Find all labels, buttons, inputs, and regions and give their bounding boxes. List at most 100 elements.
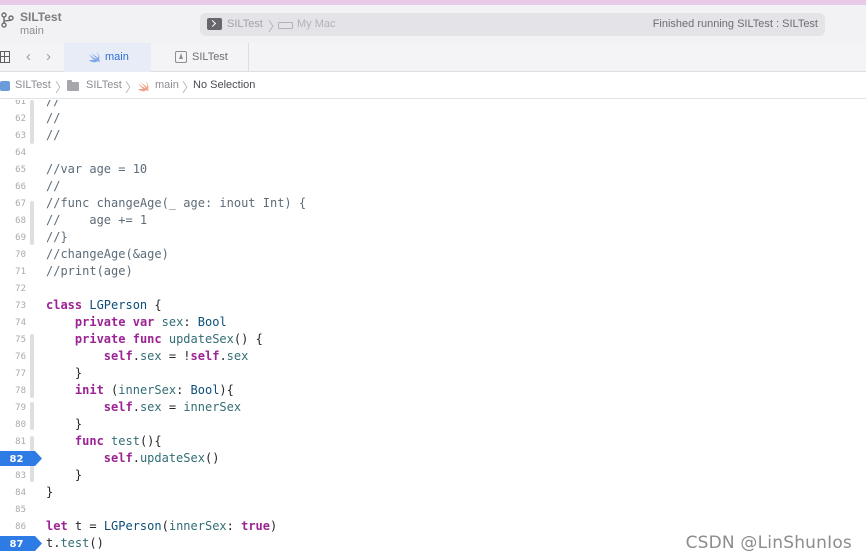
- back-button[interactable]: ‹: [26, 48, 31, 65]
- code-line[interactable]: 80 }: [0, 416, 866, 433]
- code-text[interactable]: func test(){: [46, 434, 162, 449]
- editor-tab-bar: ‹ › main SILTest: [0, 43, 866, 72]
- code-line[interactable]: 65 //var age = 10: [0, 161, 866, 178]
- tab-siltest[interactable]: SILTest: [151, 43, 249, 72]
- code-line[interactable]: 68 // age += 1: [0, 212, 866, 229]
- source-editor[interactable]: 61 // 62 // 63 // 64 65 //var age = 10 66 // 67 //fu…: [0, 100, 866, 559]
- line-number[interactable]: 69: [0, 233, 26, 243]
- code-line[interactable]: 77 }: [0, 365, 866, 382]
- code-text[interactable]: //var age = 10: [46, 162, 147, 177]
- line-number[interactable]: 61: [0, 100, 26, 107]
- line-number[interactable]: 81: [0, 437, 26, 447]
- code-line[interactable]: 61 //: [0, 100, 866, 110]
- line-number[interactable]: 84: [0, 488, 26, 498]
- code-line[interactable]: 73 class LGPerson {: [0, 297, 866, 314]
- line-number[interactable]: 79: [0, 403, 26, 413]
- code-text[interactable]: //: [46, 111, 60, 126]
- run-destination[interactable]: My Mac: [297, 18, 336, 30]
- code-line[interactable]: 74 private var sex: Bool: [0, 314, 866, 331]
- code-text[interactable]: //print(age): [46, 264, 133, 279]
- mac-icon: [278, 22, 293, 29]
- line-number[interactable]: 75: [0, 335, 26, 345]
- code-text[interactable]: //changeAge(&age): [46, 247, 169, 262]
- code-line[interactable]: 64: [0, 144, 866, 161]
- code-line[interactable]: 70 //changeAge(&age): [0, 246, 866, 263]
- line-number[interactable]: 86: [0, 522, 26, 532]
- line-number[interactable]: 70: [0, 250, 26, 260]
- code-line[interactable]: 72: [0, 280, 866, 297]
- code-line[interactable]: 66 //: [0, 178, 866, 195]
- code-text[interactable]: }: [46, 485, 53, 500]
- line-number[interactable]: 64: [0, 148, 26, 158]
- tab-main[interactable]: main: [64, 43, 151, 72]
- line-number[interactable]: 63: [0, 131, 26, 141]
- code-line[interactable]: 78 init (innerSex: Bool){: [0, 382, 866, 399]
- code-line[interactable]: 85: [0, 501, 866, 518]
- jumpbar-selection[interactable]: No Selection: [193, 79, 255, 91]
- jumpbar-group[interactable]: SILTest: [86, 79, 122, 91]
- swift-file-icon: [89, 52, 100, 63]
- forward-button[interactable]: ›: [46, 48, 51, 65]
- scheme-icon: [207, 18, 222, 30]
- code-text[interactable]: self.sex = innerSex: [46, 400, 241, 415]
- line-number[interactable]: 72: [0, 284, 26, 294]
- code-line[interactable]: 83 }: [0, 467, 866, 484]
- branch-name[interactable]: main: [20, 25, 44, 37]
- project-name[interactable]: SILTest: [20, 10, 62, 24]
- code-text[interactable]: //: [46, 179, 60, 194]
- code-line[interactable]: 62 //: [0, 110, 866, 127]
- swift-file-icon: [138, 81, 149, 92]
- scheme-selector[interactable]: SILTest: [227, 18, 263, 30]
- breakpoint-marker[interactable]: 82: [0, 451, 42, 466]
- code-text[interactable]: }: [46, 366, 82, 381]
- related-items-icon[interactable]: [0, 51, 10, 63]
- code-line[interactable]: 79 self.sex = innerSex: [0, 399, 866, 416]
- tab-main-label: main: [105, 51, 129, 63]
- code-line[interactable]: 81 func test(){: [0, 433, 866, 450]
- line-number[interactable]: 67: [0, 199, 26, 209]
- code-text[interactable]: self.sex = !self.sex: [46, 349, 249, 364]
- code-line[interactable]: 84}: [0, 484, 866, 501]
- line-number[interactable]: 65: [0, 165, 26, 175]
- code-line[interactable]: 75 private func updateSex() {: [0, 331, 866, 348]
- jumpbar-project[interactable]: SILTest: [15, 79, 51, 91]
- code-text[interactable]: // age += 1: [46, 213, 147, 228]
- line-number[interactable]: 73: [0, 301, 26, 311]
- line-number[interactable]: 66: [0, 182, 26, 192]
- code-text[interactable]: class LGPerson {: [46, 298, 162, 313]
- code-text[interactable]: private func updateSex() {: [46, 332, 263, 347]
- code-text[interactable]: }: [46, 468, 82, 483]
- build-status: Finished running SILTest : SILTest: [652, 18, 818, 30]
- line-number[interactable]: 83: [0, 471, 26, 481]
- line-number[interactable]: 68: [0, 216, 26, 226]
- line-number[interactable]: 62: [0, 114, 26, 124]
- code-line[interactable]: 67 //func changeAge(_ age: inout Int) {: [0, 195, 866, 212]
- breakpoint-line-number: 82: [9, 454, 24, 465]
- line-number[interactable]: 78: [0, 386, 26, 396]
- code-text[interactable]: let t = LGPerson(innerSex: true): [46, 519, 277, 534]
- jumpbar-file[interactable]: main: [155, 79, 179, 91]
- code-line[interactable]: 71 //print(age): [0, 263, 866, 280]
- breakpoint-marker[interactable]: 87: [0, 536, 42, 551]
- code-line[interactable]: 76 self.sex = !self.sex: [0, 348, 866, 365]
- line-number[interactable]: 85: [0, 505, 26, 515]
- code-line[interactable]: 63 //: [0, 127, 866, 144]
- code-text[interactable]: //}: [46, 230, 68, 245]
- code-text[interactable]: t.test(): [46, 536, 104, 551]
- code-text[interactable]: self.updateSex(): [46, 451, 220, 466]
- code-text[interactable]: //: [46, 128, 60, 143]
- code-text[interactable]: //func changeAge(_ age: inout Int) {: [46, 196, 306, 211]
- line-number[interactable]: 74: [0, 318, 26, 328]
- jump-bar: SILTest 〉 SILTest 〉 main 〉 No Selection: [0, 73, 866, 99]
- line-number[interactable]: 77: [0, 369, 26, 379]
- code-line-breakpoint[interactable]: 8282 self.updateSex(): [0, 450, 866, 467]
- line-number[interactable]: 71: [0, 267, 26, 277]
- code-line[interactable]: 69 //}: [0, 229, 866, 246]
- code-text[interactable]: private var sex: Bool: [46, 315, 227, 330]
- code-text[interactable]: init (innerSex: Bool){: [46, 383, 234, 398]
- line-number[interactable]: 80: [0, 420, 26, 430]
- branch-icon: [1, 12, 14, 28]
- code-text[interactable]: }: [46, 417, 82, 432]
- line-number[interactable]: 76: [0, 352, 26, 362]
- code-text[interactable]: //: [46, 100, 60, 109]
